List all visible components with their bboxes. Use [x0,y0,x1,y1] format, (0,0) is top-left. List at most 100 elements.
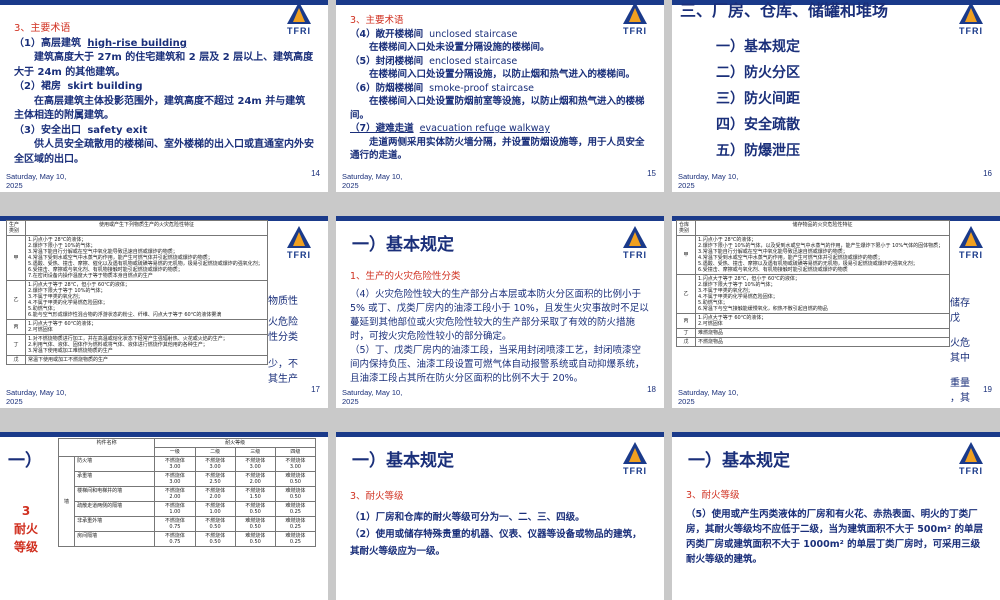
paragraph: （5）丁、戊类厂房内的油漆工段，当采用封闭喷漆工艺，封闭喷漆空间内保持负压、油漆… [350,345,645,384]
slide-number: 16 [983,169,992,178]
table-header: 生产类别 [6,220,26,236]
term-definition: 供人员安全疏散用的楼梯间、室外楼梯的出入口或直通室内外安全区域的出口。 [14,139,314,165]
rating-cell: 不燃烧体 3.00 [274,456,317,472]
slide-thumbnail-18[interactable]: 一）基本规定 TFRI 1、生产的火灾危险性分类 （4）火灾危险性较大的生产部分… [336,216,664,408]
slide-thumbnail-14[interactable]: TFRI 3、主要术语 （1）高层建筑 high-rise building 建… [0,0,328,192]
category-cell: 戊 [6,355,26,365]
table-header: 三级 [234,447,276,457]
component-cell: 防火墙 [74,456,156,472]
table-header: 使用或产生下列物质生产的火灾危险性特征 [25,220,268,236]
rating-cell: 难燃烧体 0.50 [234,516,276,532]
term-item: （3）安全出口 safety exit [14,124,148,136]
outline-item: 五）防爆泄压 [716,143,800,159]
slide-header: 三、厂房、仓库、储罐和堆场 [680,1,889,20]
section-heading: 3、主要术语 [14,23,71,34]
outline-item: 一）基本规定 [716,39,800,55]
slide-title: 一）基本规定 [688,451,790,471]
characteristics-cell: 1.对不燃烧物质进行加工，并在高温或熔化状态下经常产生强辐射热、火花或火焰的生产… [25,334,268,356]
slide-thumbnail-22[interactable]: 一）基本规定 TFRI 3、耐火等级 （5）使用或产生丙类液体的厂房和有火花、赤… [672,432,1000,600]
rating-cell: 不燃烧体 2.00 [234,471,276,487]
table-row: 非承重外墙 不燃烧体 0.75 不燃烧体 0.50 难燃烧体 0.50 难燃烧体 0.25 [59,516,317,532]
paragraph: （1）厂房和仓库的耐火等级可分为一、二、三、四级。 [350,512,585,523]
slide-number: 19 [983,385,992,394]
characteristics-cell: 1.闪点小于 28℃的液体； 2.爆炸下限小于 10%的气体，以及受到水或空气中水… [695,235,950,275]
category-cell: 丁 [676,328,696,338]
term-definition: 走道两侧采用实体防火墙分隔，并设置防烟设施等，用于人员安全通行的走道。 [350,136,645,162]
term-definition: 在楼梯间入口处未设置分隔设施的楼梯间。 [369,42,550,53]
table-header: 四级 [274,447,317,457]
table-row: 甲 1.闪点小于 28℃的液体； 2.爆炸下限小于 10%的气体，以及受到水或空气中… [676,235,950,275]
category-cell: 丙 [6,319,26,335]
characteristic-line: 不燃烧物品 [698,339,724,345]
category-cell: 戊 [676,337,696,347]
slide-top-bar [336,432,664,437]
term-item: （1）高层建筑 high-rise building [14,37,187,49]
characteristic-line: 2.可燃固体 [28,327,53,333]
slide-thumbnail-17[interactable]: TFRI 物质性 火危险 性分类 少，不 其生产 生产类别 使用或产生下列物质生产… [0,216,328,408]
table-row: 丙 1.闪点大于等于 60℃的液体； 2.可燃固体 [676,313,950,329]
term-definition: 在楼梯间入口处设置防烟前室等设施，以防止烟和热气进入的楼梯间。 [350,96,645,121]
category-cell: 丙 [676,313,696,329]
slide-title: 一）基本规定 [352,235,454,255]
table-row: 墙防火墙 不燃烧体 3.00 不燃烧体 3.00 不燃烧体 3.00 不燃烧体 3.00 [57,456,317,547]
rating-cell: 难燃烧体 0.25 [274,531,317,547]
table-header: 仓库类别 [676,220,696,236]
footer-date: Saturday, May 10, 2025 [678,172,739,190]
rating-cell: 不燃烧体 2.00 [154,486,196,502]
slide-top-bar [0,432,328,437]
characteristics-cell: 不燃烧物品 [695,337,950,347]
table-row: 甲 1.闪点小于 28℃的液体； 2.爆炸下限小于 10%的气体； 3.常温下能自行分… [6,235,268,281]
table-row: 乙 1.闪点大于等于 28℃，但小于 60℃的液体； 2.爆炸下限大于等于 10%的… [676,274,950,314]
characteristics-cell: 1.闪点大于等于 28℃，但小于 60℃的液体； 2.爆炸下限大于等于 10%的气… [695,274,950,314]
slide-number: 18 [647,385,656,394]
term-item: （2）裙房 skirt building [14,81,143,92]
characteristic-line: 6.能与空气形成爆炸性混合物的浮游状态的粉尘、纤维、闪点大于等于 60℃的液体雾… [28,312,222,318]
rating-cell: 不燃烧体 2.50 [194,471,236,487]
tfri-logo: TFRI [614,442,656,482]
characteristic-line: 常温下使用或加工不燃烧物质的生产 [28,357,109,363]
characteristic-line: 难燃烧物品 [698,330,724,336]
category-cell: 乙 [676,274,696,314]
group-cell: 墙 [57,456,76,547]
table-row: 丁难燃烧物品 [676,328,950,338]
characteristics-cell: 难燃烧物品 [695,328,950,338]
outline-item: 二）防火分区 [716,65,800,81]
footer-date: Saturday, May 10, 2025 [678,388,739,406]
term-item: （6）防烟楼梯间 smoke-proof staircase [350,82,535,94]
slide-thumbnail-16[interactable]: 三、厂房、仓库、储罐和堆场 TFRI 一）基本规定 二）防火分区 三）防火间距 … [672,0,1000,192]
rating-cell: 不燃烧体 0.50 [194,516,236,532]
slide-thumbnail-20[interactable]: 一） 3 耐火 等级 构件名称 耐火等级 一级 二级 三级 四级 墙防火墙 不燃烧… [0,432,328,600]
table-header: 一级 [154,447,196,457]
tfri-logo: TFRI [950,226,992,266]
table-row: 乙 1.闪点大于等于 28℃，但小于 60℃的液体； 2.爆炸下限大于等于 10%的… [6,280,268,320]
slide-thumbnail-19[interactable]: TFRI 储存 戊 火危 其中 重量 ，其 仓库类别 储存物品的火灾危险性特征 甲… [672,216,1000,408]
rating-cell: 不燃烧体 0.75 [154,531,196,547]
characteristics-cell: 1.闪点大于等于 60℃的液体； 2.可燃固体 [695,313,950,329]
slide-thumbnail-21[interactable]: 一）基本规定 TFRI 3、耐火等级 （1）厂房和仓库的耐火等级可分为一、二、三… [336,432,664,600]
slide-number: 15 [647,169,656,178]
obscured-text: 物质性 火危险 性分类 少，不 其生产 [268,296,298,385]
characteristic-line: 7.在密闭设备内操作温度大于等于物质本身自燃点的生产 [28,273,153,279]
footer-date: Saturday, May 10, 2025 [6,172,67,190]
slide-number: 14 [311,169,320,178]
slide-thumbnail-15[interactable]: TFRI 3、主要术语 （4）敞开楼梯间 unclosed staircase … [336,0,664,192]
footer-date: Saturday, May 10, 2025 [6,388,67,406]
rating-cell: 不燃烧体 1.50 [234,486,276,502]
table-row: 房间隔墙 不燃烧体 0.75 不燃烧体 0.50 难燃烧体 0.50 难燃烧体 0.25 [59,531,317,547]
rating-cell: 不燃烧体 3.00 [194,456,236,472]
fire-resistance-table: 构件名称 耐火等级 一级 二级 三级 四级 墙防火墙 不燃烧体 3.00 不燃烧体 3.… [57,438,317,547]
table-row: 丁 1.对不燃烧物质进行加工，并在高温或熔化状态下经常产生强辐射热、火花或火焰的生… [6,334,268,356]
rating-cell: 难燃烧体 0.25 [274,501,317,517]
rating-cell: 不燃烧体 0.75 [154,516,196,532]
paragraph: （4）火灾危险性较大的生产部分占本层或本防火分区面积的比例小于 5% 或丁、戊类… [350,289,649,342]
characteristics-cell: 1.闪点小于 28℃的液体； 2.爆炸下限小于 10%的气体； 3.常温下能自行分解… [25,235,268,281]
characteristics-cell: 1.闪点大于等于 60℃的液体； 2.可燃固体 [25,319,268,335]
side-label: 3 耐火 等级 [14,504,39,554]
rating-cell: 难燃烧体 0.50 [274,486,317,502]
slide-title: 一） [8,451,42,471]
rating-cell: 不燃烧体 0.50 [194,531,236,547]
rating-cell: 不燃烧体 1.00 [194,501,236,517]
table-header: 构件名称 [57,438,156,457]
term-definition: 建筑高度大于 27m 的住宅建筑和 2 层及 2 层以上、建筑高度大于 24m … [14,52,314,78]
characteristic-line: 6.常温下与空气接触能缓慢氧化，积热不散引起自燃的物品 [698,306,828,312]
